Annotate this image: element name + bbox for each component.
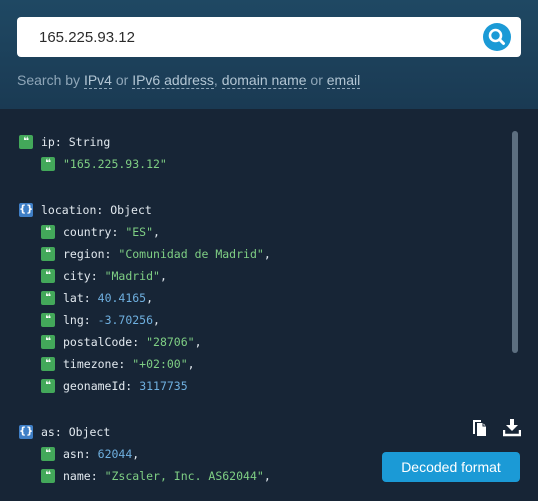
download-button[interactable] (502, 417, 522, 437)
string-type-icon: ❝ (41, 334, 55, 349)
node-separator: , (187, 357, 195, 371)
node-key: ip: (41, 135, 62, 149)
node-value: 3117735 (139, 379, 188, 393)
search-input[interactable] (39, 17, 479, 57)
tree-leaf: ❝ timezone: "+02:00", (41, 355, 195, 373)
string-type-icon: ❝ (41, 356, 55, 371)
search-help-text: Search by IPv4 or IPv6 address, domain n… (17, 72, 361, 89)
search-box (17, 17, 521, 57)
domain-link[interactable]: domain name (221, 72, 307, 89)
string-type-icon: ❝ (41, 156, 55, 171)
tree-leaf: ❝ name: "Zscaler, Inc. AS62044", (41, 467, 271, 485)
string-type-icon: ❝ (41, 468, 55, 483)
tree-node-as[interactable]: {} as: Object (19, 423, 110, 441)
node-value: 40.4165 (97, 291, 147, 305)
node-key: region: (63, 247, 112, 261)
node-separator: , (194, 335, 202, 349)
ipv6-link[interactable]: IPv6 address (132, 72, 214, 89)
node-separator: , (153, 313, 160, 327)
node-type: Object (110, 203, 152, 217)
copy-icon (473, 420, 486, 436)
string-type-icon: ❝ (41, 268, 55, 283)
string-type-icon: ❝ (41, 446, 55, 461)
node-value: "ES" (125, 225, 154, 239)
ipv4-link[interactable]: IPv4 (83, 72, 112, 89)
string-type-icon: ❝ (41, 290, 55, 305)
tree-node-ip[interactable]: ❝ ip: String (19, 133, 110, 151)
node-key: location: (41, 203, 104, 217)
string-type-icon: ❝ (41, 224, 55, 239)
node-key: country: (63, 225, 119, 239)
tree-leaf-ip-value: ❝ "165.225.93.12" (41, 155, 167, 173)
node-key: city: (63, 269, 98, 283)
tree-leaf: ❝ country: "ES", (41, 223, 160, 241)
node-key: name: (63, 469, 98, 483)
node-key: asn: (63, 447, 91, 461)
object-type-icon: {} (19, 202, 34, 217)
tree-leaf: ❝ postalCode: "28706", (41, 333, 202, 351)
node-separator: , (146, 291, 154, 305)
tree-leaf: ❝ lat: 40.4165, (41, 289, 153, 307)
node-separator: , (153, 225, 160, 239)
node-separator: , (132, 447, 140, 461)
object-type-icon: {} (19, 424, 34, 439)
scrollbar-thumb[interactable] (512, 131, 518, 353)
node-key: timezone: (63, 357, 126, 371)
download-icon (502, 419, 522, 437)
node-key: lat: (63, 291, 91, 305)
string-type-icon: ❝ (41, 246, 55, 261)
node-value: "+02:00" (132, 357, 188, 371)
node-value: "Madrid" (104, 269, 160, 283)
decoded-format-button[interactable]: Decoded format (382, 452, 520, 482)
help-or: or (306, 72, 327, 88)
node-separator: , (263, 469, 271, 483)
tree-node-location[interactable]: {} location: Object (19, 201, 152, 219)
node-value: 62044 (97, 447, 133, 461)
help-prefix: Search by (17, 72, 84, 88)
help-or: or (111, 72, 133, 88)
tree-leaf: ❝ lng: -3.70256, (41, 311, 160, 329)
string-type-icon: ❝ (41, 378, 55, 393)
tree-leaf: ❝ asn: 62044, (41, 445, 139, 463)
tree-leaf: ❝ region: "Comunidad de Madrid", (41, 245, 271, 263)
node-value: "28706" (146, 335, 195, 349)
node-separator: , (159, 269, 167, 283)
search-icon (488, 28, 505, 45)
email-link[interactable]: email (326, 72, 361, 89)
node-key: geonameId: (63, 379, 133, 393)
node-value: "165.225.93.12" (63, 157, 167, 171)
node-value: "Zscaler, Inc. AS62044" (104, 469, 264, 483)
node-separator: , (263, 247, 271, 261)
node-value: "Comunidad de Madrid" (118, 247, 264, 261)
search-button[interactable] (483, 23, 511, 51)
tree-leaf: ❝ geonameId: 3117735 (41, 377, 188, 395)
copy-button[interactable] (471, 417, 489, 437)
node-key: lng: (63, 313, 91, 327)
result-panel: ❝ ip: String ❝ "165.225.93.12" {} location:… (0, 109, 538, 501)
tree-leaf: ❝ city: "Madrid", (41, 267, 167, 285)
node-key: postalCode: (63, 335, 140, 349)
node-type: String (68, 135, 111, 149)
node-key: as: (41, 425, 62, 439)
node-type: Object (68, 425, 111, 439)
node-value: -3.70256 (97, 313, 154, 327)
string-type-icon: ❝ (41, 312, 55, 327)
search-header: Search by IPv4 or IPv6 address, domain n… (0, 0, 538, 109)
help-comma: , (213, 72, 222, 88)
string-type-icon: ❝ (19, 134, 33, 149)
